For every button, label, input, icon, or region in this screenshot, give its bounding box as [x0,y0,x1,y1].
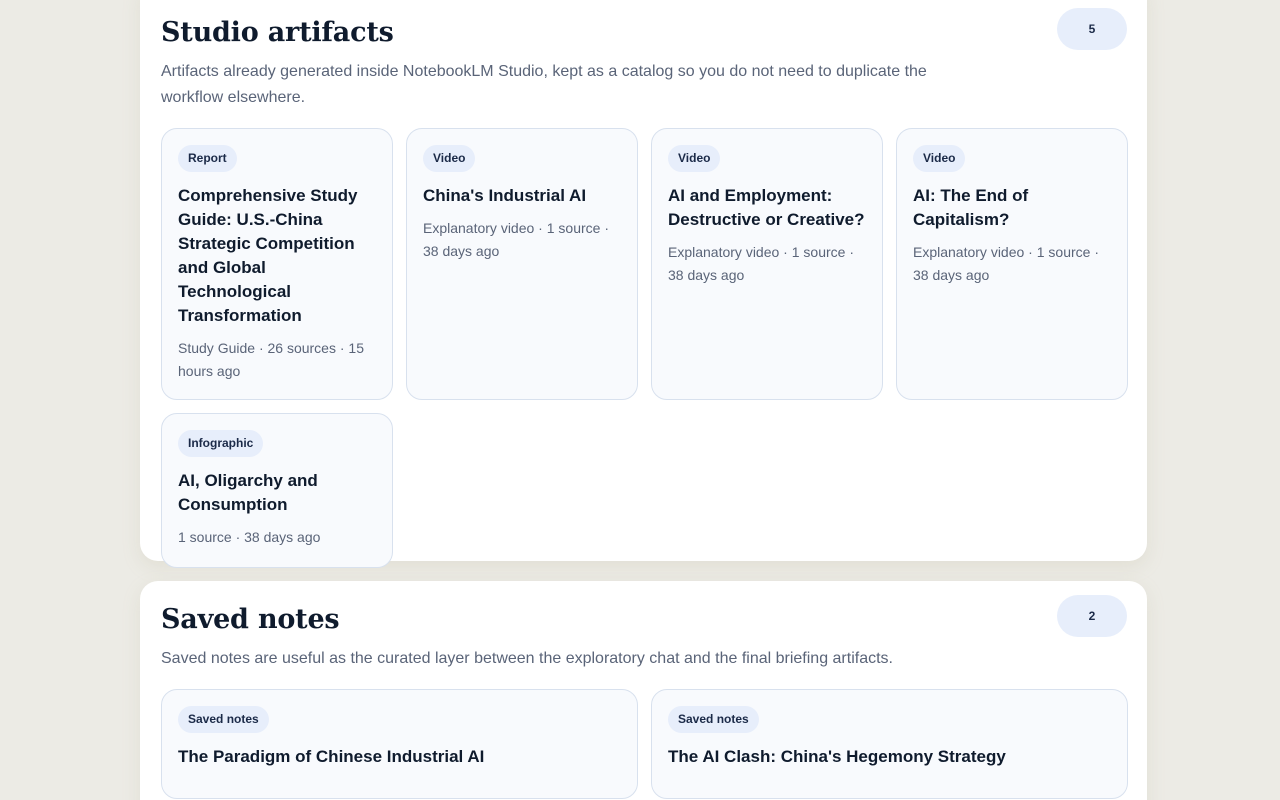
artifact-meta: Explanatory video · 1 source · 38 days a… [423,220,609,259]
artifact-title: China's Industrial AI [423,186,587,205]
studio-artifacts-header: Studio artifacts 5 [161,8,1127,53]
page-viewport: Studio artifacts 5 Artifacts already gen… [0,0,1280,800]
note-type-badge: Saved notes [668,706,759,733]
artifact-meta: Explanatory video · 1 source · 38 days a… [913,244,1099,283]
artifact-card-infographic[interactable]: Infographic AI, Oligarchy and Consumptio… [161,413,393,568]
note-title: The AI Clash: China's Hegemony Strategy [668,747,1006,766]
artifact-type-badge: Infographic [178,430,264,457]
artifact-title: Comprehensive Study Guide: U.S.-China St… [178,186,358,325]
artifact-meta: Study Guide · 26 sources · 15 hours ago [178,340,364,379]
note-title: The Paradigm of Chinese Industrial AI [178,747,485,766]
saved-notes-header: Saved notes 2 [161,595,1127,640]
studio-artifacts-description: Artifacts already generated inside Noteb… [161,63,927,106]
saved-notes-title: Saved notes [161,604,340,635]
saved-notes-panel: Saved notes 2 Saved notes are useful as … [140,581,1147,800]
artifact-type-badge: Video [423,145,476,172]
saved-notes-count-badge: 2 [1057,595,1127,637]
artifact-card-report[interactable]: Report Comprehensive Study Guide: U.S.-C… [161,128,393,400]
artifact-type-badge: Video [913,145,966,172]
artifact-card-video[interactable]: Video AI and Employment: Destructive or … [651,128,883,400]
saved-notes-description: Saved notes are useful as the curated la… [161,650,893,667]
note-type-badge: Saved notes [178,706,269,733]
studio-artifacts-title: Studio artifacts [161,17,394,48]
studio-artifacts-panel: Studio artifacts 5 Artifacts already gen… [140,0,1147,568]
artifact-meta: 1 source · 38 days ago [178,529,321,545]
artifact-type-badge: Report [178,145,237,172]
saved-notes-grid: Saved notes The Paradigm of Chinese Indu… [161,689,1128,799]
artifact-title: AI, Oligarchy and Consumption [178,471,318,514]
saved-note-card[interactable]: Saved notes The AI Clash: China's Hegemo… [651,689,1128,799]
artifact-meta: Explanatory video · 1 source · 38 days a… [668,244,854,283]
artifact-grid: Report Comprehensive Study Guide: U.S.-C… [161,128,1128,568]
artifact-title: AI and Employment: Destructive or Creati… [668,186,865,229]
artifact-title: AI: The End of Capitalism? [913,186,1029,229]
saved-note-card[interactable]: Saved notes The Paradigm of Chinese Indu… [161,689,638,799]
artifact-card-video[interactable]: Video China's Industrial AI Explanatory … [406,128,638,400]
artifact-type-badge: Video [668,145,721,172]
artifact-card-video[interactable]: Video AI: The End of Capitalism? Explana… [896,128,1128,400]
studio-artifacts-count-badge: 5 [1057,8,1127,50]
